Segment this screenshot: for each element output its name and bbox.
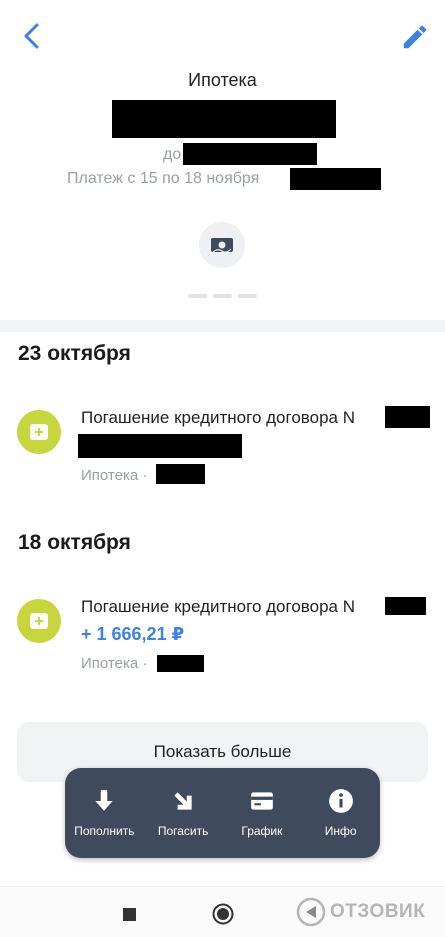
- action-bar: Пополнить Погасить График Инфо: [65, 768, 380, 858]
- recents-button[interactable]: [123, 908, 136, 926]
- pencil-icon: [403, 25, 427, 49]
- info-icon: [328, 789, 353, 813]
- indicator-dot: [188, 294, 207, 298]
- redacted-contract-number: [385, 597, 426, 615]
- transaction-title: Погашение кредитного договора N: [81, 597, 355, 616]
- chevron-left-icon: [24, 23, 39, 49]
- redacted-amount: [112, 100, 336, 138]
- payment-period: Платеж с 15 по 18 ноября: [67, 170, 260, 187]
- cash-button[interactable]: [199, 222, 245, 268]
- top-up-button[interactable]: Пополнить: [69, 788, 139, 838]
- transaction-meta: Ипотека ·: [81, 467, 148, 484]
- date-header: 23 октября: [18, 342, 131, 365]
- redacted-contract-number: [385, 406, 430, 428]
- transaction-item[interactable]: Погашение кредитного договора N + 1 666,…: [0, 588, 445, 678]
- redacted-meta: [156, 464, 205, 484]
- home-button[interactable]: [212, 903, 234, 930]
- page-title: Ипотека: [188, 70, 257, 90]
- info-button[interactable]: Инфо: [306, 788, 376, 838]
- circle-icon: [212, 903, 234, 925]
- back-button[interactable]: [18, 20, 46, 52]
- redacted-contract-detail: [78, 434, 242, 458]
- transaction-icon: [17, 410, 61, 454]
- arrow-down-right-icon: [174, 792, 192, 810]
- page-indicator: [188, 294, 257, 298]
- square-icon: [123, 908, 136, 921]
- watermark-text: ОТЗОВИК: [330, 901, 426, 922]
- date-header: 18 октября: [18, 531, 131, 554]
- redacted-payment: [290, 168, 381, 190]
- redacted-meta: [157, 655, 204, 672]
- transaction-icon: [17, 599, 61, 643]
- transaction-item[interactable]: Погашение кредитного договора N Ипотека …: [0, 400, 445, 490]
- card-icon: [251, 792, 273, 810]
- indicator-dot: [238, 294, 257, 298]
- schedule-button[interactable]: График: [227, 788, 297, 838]
- play-circle-icon: [296, 897, 326, 927]
- edit-button[interactable]: [400, 22, 430, 52]
- section-divider: [0, 320, 445, 332]
- due-date-prefix: до: [163, 146, 182, 163]
- watermark: ОТЗОВИК: [296, 897, 425, 927]
- action-label: Инфо: [324, 824, 357, 838]
- arrow-down-icon: [95, 790, 114, 811]
- transaction-amount: + 1 666,21 ₽: [81, 624, 185, 644]
- transaction-meta: Ипотека ·: [81, 655, 148, 672]
- redacted-date: [183, 143, 317, 165]
- action-label: Погасить: [157, 824, 209, 838]
- plus-square-icon: [30, 424, 48, 440]
- cash-icon: [211, 238, 233, 253]
- transaction-title: Погашение кредитного договора N: [81, 408, 355, 427]
- indicator-dot: [213, 294, 232, 298]
- repay-button[interactable]: Погасить: [148, 788, 218, 838]
- action-label: Пополнить: [74, 824, 135, 838]
- action-label: График: [241, 824, 283, 838]
- plus-square-icon: [30, 613, 48, 629]
